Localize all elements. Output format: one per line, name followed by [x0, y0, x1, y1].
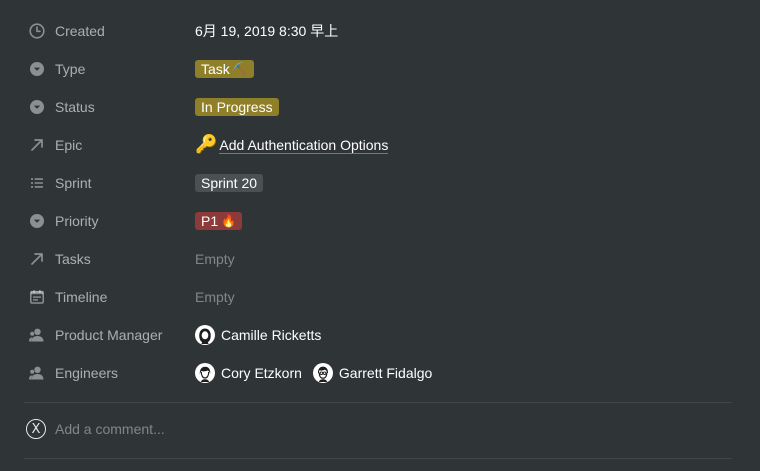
property-tasks: Tasks Empty [24, 240, 736, 278]
divider-bottom [24, 458, 732, 459]
property-name-engineers[interactable]: Engineers [24, 356, 194, 390]
person-chip[interactable]: Cory Etzkorn [195, 363, 302, 383]
property-value-type[interactable]: Task ⛏️ [194, 52, 736, 86]
property-name-priority[interactable]: Priority [24, 204, 194, 238]
person-name: Garrett Fidalgo [338, 365, 433, 381]
clock-icon [28, 22, 46, 40]
sprint-tag: Sprint 20 [195, 174, 264, 192]
status-tag: In Progress [195, 98, 279, 116]
property-name-timeline[interactable]: Timeline [24, 280, 194, 314]
property-value-sprint[interactable]: Sprint 20 [194, 166, 736, 200]
relation-arrow-icon [28, 250, 46, 268]
property-name-created[interactable]: Created [24, 14, 194, 48]
priority-tag: P1 🔥 [195, 212, 243, 230]
property-value-engineers[interactable]: Cory Etzkorn Garrett Fidalgo [194, 356, 736, 390]
property-name-status[interactable]: Status [24, 90, 194, 124]
avatar [312, 363, 333, 383]
property-label: Product Manager [55, 327, 163, 343]
property-label: Tasks [55, 251, 91, 267]
created-date-text: 6月 19, 2019 8:30 早上 [195, 23, 339, 39]
select-icon [28, 212, 46, 230]
type-tag: Task ⛏️ [195, 60, 254, 78]
properties-panel: Created 6月 19, 2019 8:30 早上 Type Task ⛏️… [24, 12, 736, 392]
comment-composer: X [24, 412, 732, 446]
property-label: Timeline [55, 289, 108, 305]
property-value-tasks[interactable]: Empty [194, 242, 736, 276]
property-timeline: Timeline Empty [24, 278, 736, 316]
multi-select-list-icon [28, 174, 46, 192]
property-value-timeline[interactable]: Empty [194, 280, 736, 314]
property-label: Engineers [55, 365, 119, 381]
fire-icon: 🔥 [221, 214, 237, 228]
property-value-created[interactable]: 6月 19, 2019 8:30 早上 [194, 14, 736, 48]
user-avatar: X [26, 419, 46, 439]
person-chip[interactable]: Camille Ricketts [195, 325, 321, 345]
person-name: Camille Ricketts [221, 327, 322, 343]
property-created: Created 6月 19, 2019 8:30 早上 [24, 12, 736, 50]
priority-tag-text: P1 [201, 213, 219, 229]
avatar [195, 325, 215, 345]
type-tag-text: Task [201, 61, 230, 77]
property-product-manager: Product Manager Camille Ricketts [24, 316, 736, 354]
calendar-icon [28, 288, 46, 306]
property-label: Created [55, 23, 105, 39]
property-engineers: Engineers Cory Etzkorn Garrett Fidalgo [24, 354, 736, 392]
property-label: Status [55, 99, 95, 115]
epic-relation-link[interactable]: 🔑 Add Authentication Options [195, 134, 389, 155]
epic-title: Add Authentication Options [219, 136, 389, 154]
property-label: Sprint [55, 175, 92, 191]
avatar [195, 363, 215, 383]
person-name: Cory Etzkorn [221, 365, 302, 381]
select-icon [28, 60, 46, 78]
person-chip[interactable]: Garrett Fidalgo [312, 363, 433, 383]
property-value-status[interactable]: In Progress [194, 90, 736, 124]
property-name-type[interactable]: Type [24, 52, 194, 86]
property-name-product-manager[interactable]: Product Manager [24, 318, 194, 352]
divider-top [24, 402, 732, 403]
empty-placeholder: Empty [195, 289, 235, 305]
property-label: Type [55, 61, 86, 77]
property-value-product-manager[interactable]: Camille Ricketts [194, 318, 736, 352]
comment-input[interactable] [55, 417, 732, 441]
property-name-epic[interactable]: Epic [24, 128, 194, 162]
select-icon [28, 98, 46, 116]
property-label: Priority [55, 213, 99, 229]
property-name-sprint[interactable]: Sprint [24, 166, 194, 200]
person-icon [28, 326, 46, 344]
key-icon: 🔑 [195, 134, 218, 155]
person-icon [28, 364, 46, 382]
property-priority: Priority P1 🔥 [24, 202, 736, 240]
relation-arrow-icon [28, 136, 46, 154]
property-value-priority[interactable]: P1 🔥 [194, 204, 736, 238]
property-value-epic[interactable]: 🔑 Add Authentication Options [194, 128, 736, 162]
property-epic: Epic 🔑 Add Authentication Options [24, 126, 736, 164]
property-label: Epic [55, 137, 83, 153]
property-sprint: Sprint Sprint 20 [24, 164, 736, 202]
type-tag-emoji: ⛏️ [232, 62, 248, 76]
empty-placeholder: Empty [195, 251, 235, 267]
property-status: Status In Progress [24, 88, 736, 126]
property-name-tasks[interactable]: Tasks [24, 242, 194, 276]
property-type: Type Task ⛏️ [24, 50, 736, 88]
